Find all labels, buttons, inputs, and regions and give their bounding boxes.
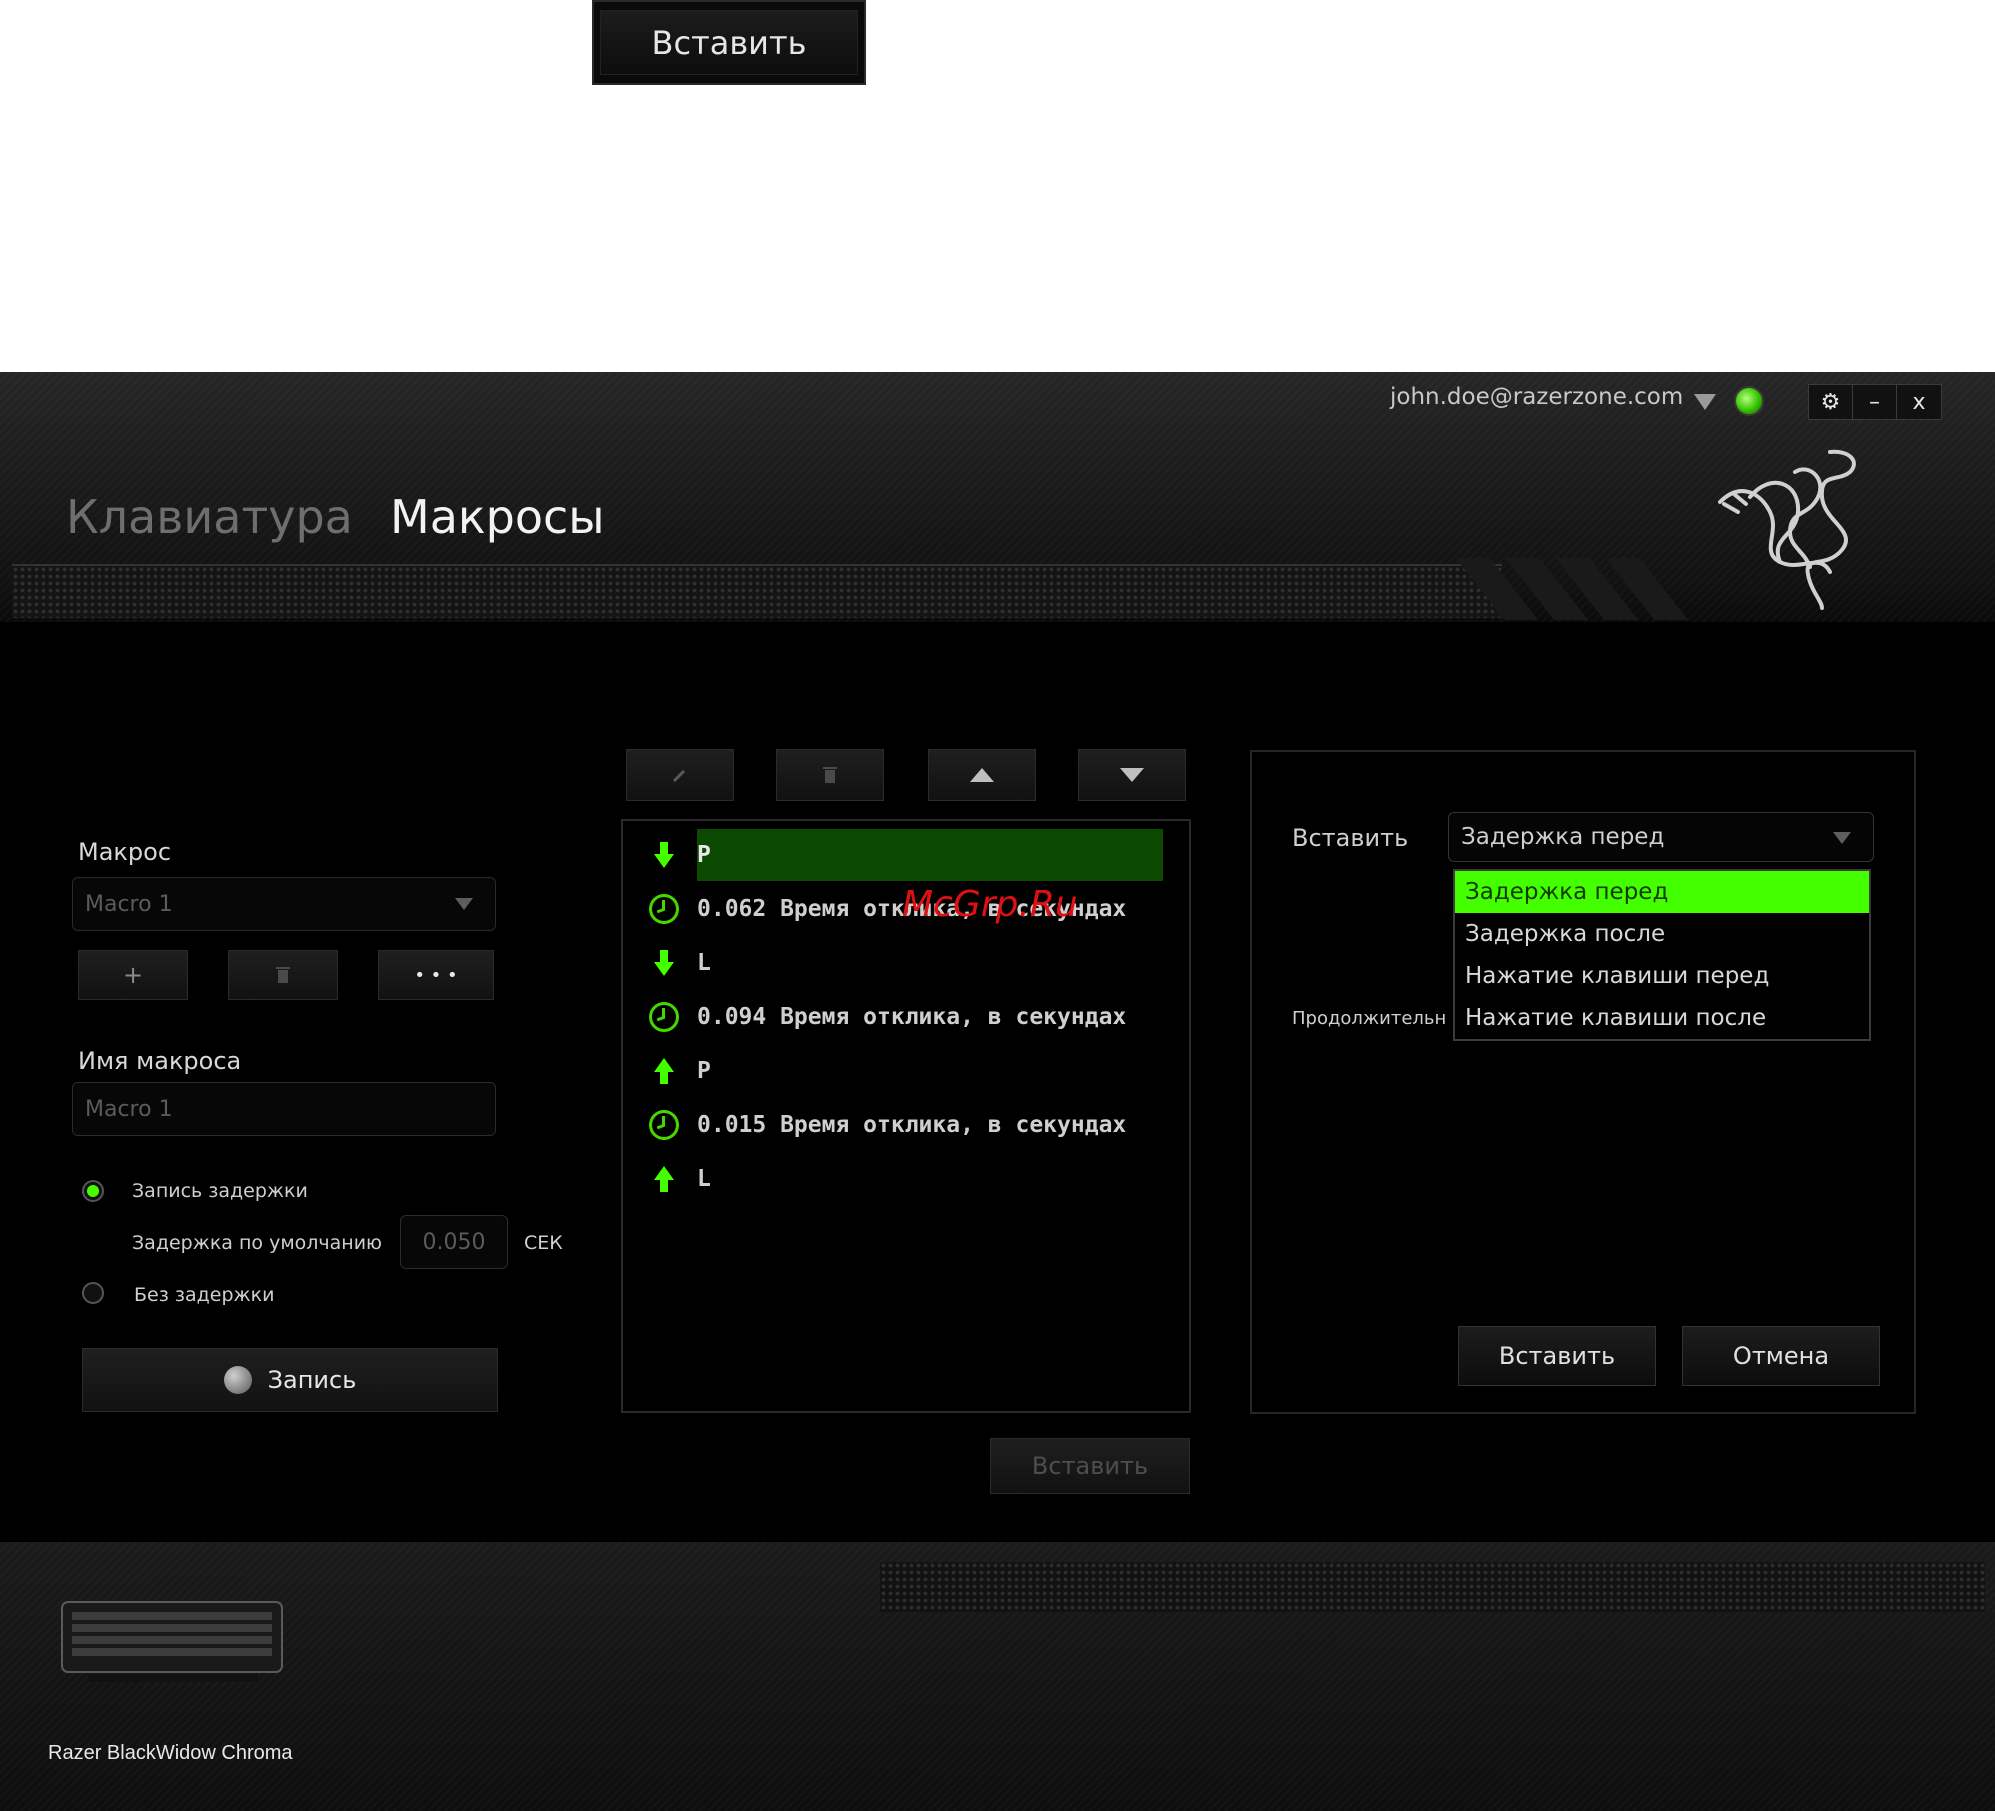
settings-icon[interactable]: ⚙ bbox=[1809, 385, 1853, 419]
duration-label: Продолжительн bbox=[1292, 1008, 1447, 1029]
arrow-up-icon bbox=[641, 1166, 687, 1192]
list-item-text: 0.015 Время отклика, в секундах bbox=[697, 1112, 1127, 1138]
top-insert-button[interactable]: Вставить bbox=[592, 0, 866, 85]
default-delay-label: Задержка по умолчанию bbox=[132, 1232, 383, 1254]
macro-name-label: Имя макроса bbox=[78, 1047, 242, 1075]
default-delay-input[interactable]: 0.050 bbox=[400, 1215, 508, 1269]
trash-icon bbox=[823, 767, 837, 783]
list-insert-button[interactable]: Вставить bbox=[990, 1438, 1190, 1494]
record-delay-radio[interactable] bbox=[82, 1180, 104, 1202]
tab-keyboard[interactable]: Клавиатура bbox=[66, 490, 353, 544]
insert-label: Вставить bbox=[1292, 824, 1409, 852]
list-item[interactable]: 0.015 Время отклика, в секундах bbox=[623, 1099, 1163, 1151]
list-item[interactable]: 0.094 Время отклика, в секундах bbox=[623, 991, 1163, 1043]
footer-stripe bbox=[880, 1562, 1985, 1612]
list-item-text: P bbox=[697, 842, 711, 868]
macro-name-input[interactable]: Macro 1 bbox=[72, 1082, 496, 1136]
account-dropdown-icon[interactable] bbox=[1694, 394, 1716, 410]
macro-select[interactable]: Macro 1 bbox=[72, 877, 496, 931]
insert-type-dropdown[interactable]: Задержка перед bbox=[1448, 812, 1874, 862]
macro-name-value: Macro 1 bbox=[85, 1096, 173, 1122]
macro-label: Макрос bbox=[78, 838, 172, 866]
list-item-text: L bbox=[697, 1166, 711, 1192]
top-insert-button-label: Вставить bbox=[600, 10, 858, 75]
cancel-button[interactable]: Отмена bbox=[1682, 1326, 1880, 1386]
clock-icon bbox=[641, 1002, 687, 1032]
more-options-label: • • • bbox=[414, 964, 458, 986]
clock-icon bbox=[641, 1110, 687, 1140]
list-item[interactable]: L bbox=[623, 1153, 1163, 1205]
chevron-down-icon bbox=[1833, 832, 1851, 844]
header-stripe bbox=[12, 564, 1502, 618]
arrow-down-icon bbox=[641, 950, 687, 976]
insert-confirm-button[interactable]: Вставить bbox=[1458, 1326, 1656, 1386]
more-options-button[interactable]: • • • bbox=[378, 950, 494, 1000]
triangle-down-icon bbox=[1120, 768, 1144, 782]
default-delay-value: 0.050 bbox=[422, 1229, 486, 1255]
move-up-button[interactable] bbox=[928, 749, 1036, 801]
keyboard-device-icon[interactable] bbox=[58, 1590, 288, 1690]
plus-icon: + bbox=[122, 961, 144, 989]
default-delay-unit: СЕК bbox=[524, 1232, 563, 1254]
list-item[interactable]: P bbox=[623, 1045, 1163, 1097]
list-item-text: 0.094 Время отклика, в секундах bbox=[697, 1004, 1127, 1030]
no-delay-label: Без задержки bbox=[134, 1284, 275, 1306]
razer-logo-icon bbox=[1718, 449, 1856, 610]
user-email[interactable]: john.doe@razerzone.com bbox=[1390, 384, 1683, 410]
list-item[interactable]: L bbox=[623, 937, 1163, 989]
device-name: Razer BlackWidow Chroma bbox=[48, 1742, 293, 1764]
close-button[interactable]: x bbox=[1897, 385, 1941, 419]
add-macro-button[interactable]: + bbox=[78, 950, 188, 1000]
list-item[interactable]: 0.062 Время отклика, в секундах bbox=[623, 883, 1163, 935]
list-item-text: L bbox=[697, 950, 711, 976]
insert-type-options: Задержка перед Задержка после Нажатие кл… bbox=[1453, 869, 1871, 1041]
option-delay-before[interactable]: Задержка перед bbox=[1455, 871, 1869, 913]
synapse-window: john.doe@razerzone.com ⚙ – x Клавиатура … bbox=[0, 372, 1995, 1811]
record-delay-label: Запись задержки bbox=[132, 1180, 308, 1202]
delete-event-button[interactable] bbox=[776, 749, 884, 801]
no-delay-radio[interactable] bbox=[82, 1282, 104, 1304]
option-keypress-after[interactable]: Нажатие клавиши после bbox=[1455, 997, 1869, 1039]
tab-macros[interactable]: Макросы bbox=[390, 490, 605, 544]
list-item[interactable]: P bbox=[623, 829, 1163, 881]
list-item-text: P bbox=[697, 1058, 711, 1084]
chevron-down-icon bbox=[455, 898, 473, 910]
watermark: McGrp.Ru bbox=[902, 884, 1078, 925]
move-down-button[interactable] bbox=[1078, 749, 1186, 801]
clock-icon bbox=[641, 894, 687, 924]
triangle-up-icon bbox=[970, 768, 994, 782]
option-delay-after[interactable]: Задержка после bbox=[1455, 913, 1869, 955]
insert-type-value: Задержка перед bbox=[1461, 824, 1665, 850]
record-icon bbox=[223, 1366, 252, 1394]
minimize-button[interactable]: – bbox=[1853, 385, 1897, 419]
record-button[interactable]: Запись bbox=[82, 1348, 498, 1412]
online-status-icon bbox=[1734, 386, 1764, 416]
list-insert-button-label: Вставить bbox=[1031, 1452, 1149, 1480]
trash-icon bbox=[276, 967, 290, 983]
delete-macro-button[interactable] bbox=[228, 950, 338, 1000]
arrow-up-icon bbox=[641, 1058, 687, 1084]
macro-select-value: Macro 1 bbox=[85, 891, 173, 917]
window-controls: ⚙ – x bbox=[1808, 384, 1942, 420]
arrow-down-icon bbox=[641, 842, 687, 868]
option-keypress-before[interactable]: Нажатие клавиши перед bbox=[1455, 955, 1869, 997]
record-button-label: Запись bbox=[267, 1366, 357, 1394]
selected-row-highlight bbox=[697, 829, 1163, 881]
pencil-icon bbox=[672, 769, 686, 783]
edit-button[interactable] bbox=[626, 749, 734, 801]
